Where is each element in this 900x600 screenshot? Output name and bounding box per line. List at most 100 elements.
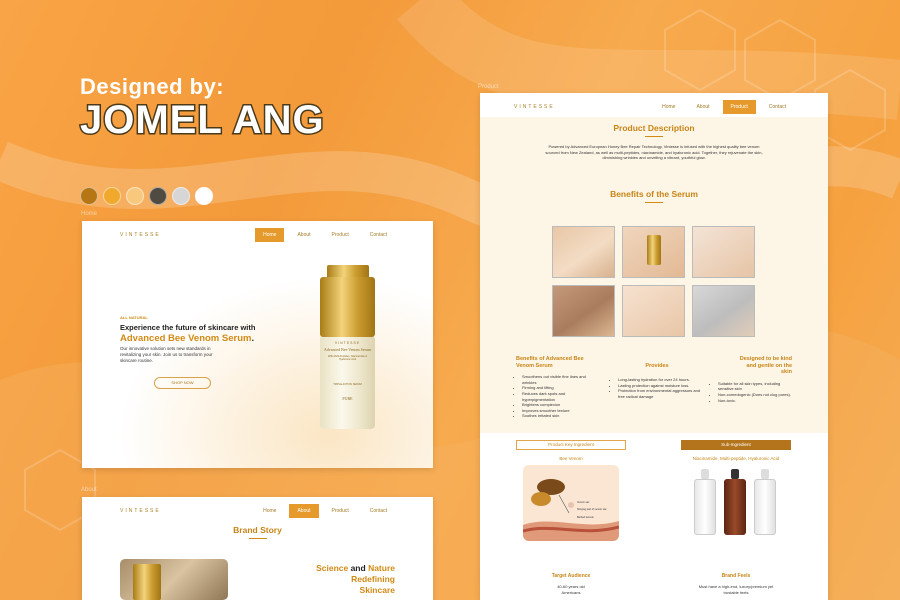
benefit-photo-1: [552, 226, 615, 278]
nav-product[interactable]: Product: [324, 504, 357, 518]
nav-contact[interactable]: Contact: [362, 228, 395, 242]
list-item: Protection from environmental aggressors…: [618, 388, 702, 399]
list-item: Non-comedogenic (Does not clog pores).: [718, 392, 792, 398]
bottle-label: VINTESSE Advanced Bee Venom Serum With M…: [320, 337, 375, 429]
home-page-mockup: VINTESSE Home About Product Contact ALL …: [82, 221, 433, 468]
color-palette: [80, 187, 213, 205]
provides-column: Provides Long-lasting hydration for over…: [612, 363, 702, 399]
target-text: 40-60 years old Americans: [557, 584, 585, 595]
nav-home[interactable]: Home: [255, 228, 285, 242]
benefits-heading-wrap: Benefits of the Serum: [480, 189, 828, 203]
swatch: [149, 187, 167, 205]
title-underline: [645, 136, 663, 137]
benefit-photo-6: [692, 285, 755, 337]
hero-headline: Experience the future of skincare with: [120, 323, 256, 332]
key-ingredient-name: Bee Venom: [559, 456, 583, 461]
diagram-label-1: Venom sac: [577, 501, 590, 504]
benefit-photo-4: [552, 285, 615, 337]
bottle-body: [694, 479, 716, 535]
desc-heading-wrap: Product Description: [480, 123, 828, 137]
bottle-sub: With Multi-Peptides, Niacinamide & Hyalu…: [327, 355, 368, 361]
bottle-cap: [320, 277, 375, 337]
brand-logo[interactable]: VINTESSE: [514, 104, 649, 110]
tagline-line-1: Science and Nature: [316, 563, 395, 574]
hero-body: Our innovative solution sets new standar…: [120, 346, 213, 363]
about-page-mockup: VINTESSE Home About Product Contact Bran…: [82, 497, 433, 600]
hero-product-name: Advanced Bee Venom Serum: [120, 333, 252, 344]
target-audience: Target Audience 40-60 years old American…: [516, 573, 626, 595]
bottle-name: Advanced Bee Venom Serum: [323, 347, 372, 352]
home-page-label: Home: [81, 211, 98, 217]
about-page-label: About: [81, 487, 97, 493]
swatch: [195, 187, 213, 205]
list-item: Long-lasting hydration for over 24 hours…: [618, 377, 702, 383]
about-tagline: Science and Nature Redefining Skincare: [316, 563, 395, 596]
nav-contact[interactable]: Contact: [761, 100, 794, 114]
tagline-science: Science: [316, 563, 351, 573]
bottle-body: [754, 479, 776, 535]
tagline-and: and: [350, 563, 369, 573]
hero-eyebrow: ALL NATURAL: [120, 315, 148, 320]
desc-text: Powered by Advanced European Honey Bee R…: [545, 144, 763, 161]
diagram-label-3: Barbed lancets: [577, 516, 594, 519]
diagram-label-2: Stinging part of venom sac: [577, 508, 607, 511]
serum-bottle: VINTESSE Advanced Bee Venom Serum With M…: [320, 265, 375, 433]
brand-logo[interactable]: VINTESSE: [120, 232, 250, 238]
tagline-line-3: Skincare: [359, 585, 395, 595]
nav-about[interactable]: About: [688, 100, 717, 114]
list-item: Suitable for all skin types, including s…: [718, 381, 792, 392]
nav-contact[interactable]: Contact: [362, 504, 395, 518]
nav-home[interactable]: Home: [654, 100, 683, 114]
bottle-body: [724, 479, 746, 535]
tagline-line-2: Redefining: [351, 574, 395, 584]
provides-title: Provides: [645, 363, 669, 369]
product-page-mockup: VINTESSE Home About Product Contact Prod…: [480, 93, 828, 600]
title-underline: [645, 202, 663, 203]
product-page-label: Product: [478, 84, 499, 90]
feels-text: Must have a high-end, luxury/premium yet…: [698, 584, 774, 595]
benefits-column-title: Benefits of Advanced Bee Venom Serum: [516, 356, 584, 369]
benefit-photo-2: [622, 226, 685, 278]
photo-bottle: [647, 235, 661, 265]
benefit-photo-5: [622, 285, 685, 337]
list-item: Non-toxic.: [718, 398, 792, 404]
benefits-title: Benefits of the Serum: [610, 189, 698, 199]
designer-name: JOMEL ANG: [79, 97, 326, 144]
bottle-top: [326, 265, 369, 277]
home-navbar: VINTESSE Home About Product Contact: [82, 221, 433, 249]
photo-bottle: [133, 564, 161, 600]
swatch: [80, 187, 98, 205]
brand-logo[interactable]: VINTESSE: [120, 508, 250, 514]
nav-about[interactable]: About: [289, 504, 319, 518]
dropper-top: [731, 469, 739, 479]
bottle-brand: VINTESSE: [334, 341, 361, 345]
swatch: [103, 187, 121, 205]
title-underline: [248, 538, 267, 539]
about-navbar: VINTESSE Home About Product Contact: [82, 497, 433, 525]
provides-list: Long-lasting hydration for over 24 hours…: [612, 377, 702, 399]
bottle-line: TRIPLE ACTION SERUM: [333, 383, 362, 386]
hero-product-suffix: .: [251, 333, 255, 344]
sub-ingredient-tab: Sub-Ingredient: [681, 440, 791, 450]
hero-copy: ALL NATURAL Experience the future of ski…: [120, 315, 270, 364]
key-ingredient-tab: Product Key Ingredient: [516, 440, 626, 450]
nav-about[interactable]: About: [289, 228, 318, 242]
dropper-top: [761, 469, 769, 479]
nav-home[interactable]: Home: [255, 504, 284, 518]
swatch: [172, 187, 190, 205]
tagline-nature: Nature: [368, 563, 395, 573]
bottle-footer: PURE: [342, 396, 353, 401]
brand-story-heading-wrap: Brand Story: [82, 525, 433, 539]
nav-product[interactable]: Product: [324, 228, 357, 242]
designed-by-label: Designed by:: [80, 74, 225, 99]
gentle-column: Designed to be kind and gentle on the sk…: [712, 356, 792, 403]
shop-now-button[interactable]: SHOP NOW: [154, 377, 211, 389]
list-item: Smoothens out visible fine lines and wri…: [522, 374, 596, 385]
gentle-title: Designed to be kind and gentle on the sk…: [739, 356, 792, 376]
feels-title: Brand Feels: [721, 573, 751, 579]
list-item: Reduces dark spots and hyperpigmentation: [522, 391, 596, 402]
nav-product[interactable]: Product: [722, 100, 756, 114]
bee-diagram-illustration: [523, 479, 619, 541]
niacinamide-bottle: [694, 469, 716, 537]
target-title: Target Audience: [551, 573, 591, 579]
